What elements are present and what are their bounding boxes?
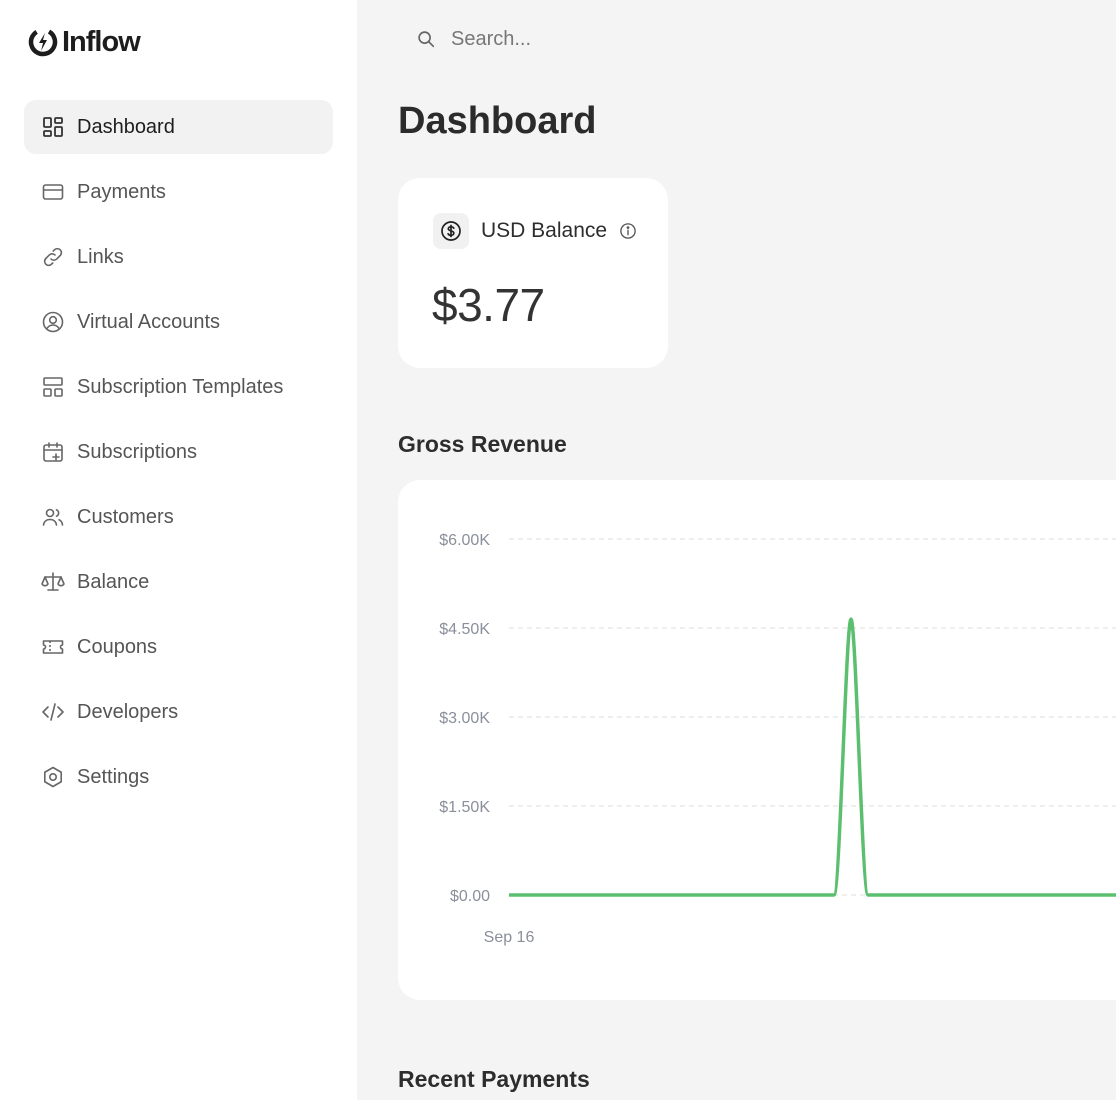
sidebar-nav: Dashboard Payments Links Virtual Account… <box>24 100 333 815</box>
sidebar-item-label: Developers <box>77 700 179 723</box>
credit-card-icon <box>42 184 64 200</box>
search-bar[interactable] <box>415 22 751 56</box>
x-tick-label: Sep 16 <box>484 929 535 946</box>
sidebar-item-dashboard[interactable]: Dashboard <box>24 100 333 154</box>
search-input[interactable] <box>451 27 751 51</box>
settings-icon <box>44 766 62 788</box>
y-tick-label: $0.00 <box>450 888 490 905</box>
dollar-coin-icon <box>433 213 469 249</box>
sidebar-item-subscriptions[interactable]: Subscriptions <box>24 425 333 479</box>
revenue-series-line <box>509 617 1116 897</box>
sidebar-item-label: Settings <box>77 765 150 788</box>
sidebar-item-subscription-templates[interactable]: Subscription Templates <box>24 360 333 414</box>
sidebar-item-customers[interactable]: Customers <box>24 490 333 544</box>
dashboard-icon <box>43 117 63 137</box>
y-tick-label: $3.00K <box>439 710 490 727</box>
gross-revenue-title: Gross Revenue <box>398 431 567 457</box>
sidebar-item-label: Subscription Templates <box>77 375 284 398</box>
sidebar-item-settings[interactable]: Settings <box>24 750 333 804</box>
sidebar-item-label: Dashboard <box>77 115 175 138</box>
sidebar-item-label: Balance <box>77 570 150 593</box>
balance-amount: $3.77 <box>432 279 545 331</box>
balance-label: USD Balance <box>481 219 608 242</box>
sidebar-item-payments[interactable]: Payments <box>24 165 333 219</box>
template-icon <box>43 377 63 397</box>
y-tick-label: $1.50K <box>439 799 490 816</box>
sidebar: Inflow Dashboard Payments Links Virtual … <box>0 0 357 1100</box>
gross-revenue-chart: $6.00K $4.50K $3.00K $1.50K $0.00 Sep 16 <box>398 480 1116 1000</box>
sidebar-item-label: Virtual Accounts <box>77 310 221 333</box>
recent-payments-title: Recent Payments <box>398 1066 590 1092</box>
y-tick-label: $6.00K <box>439 532 490 549</box>
sidebar-item-label: Links <box>77 245 124 268</box>
sidebar-item-developers[interactable]: Developers <box>24 685 333 739</box>
calendar-plus-icon <box>43 442 63 462</box>
sidebar-item-links[interactable]: Links <box>24 230 333 284</box>
revenue-line-chart: $6.00K $4.50K $3.00K $1.50K $0.00 Sep 16 <box>439 532 1116 946</box>
brand-name: Inflow <box>62 25 141 58</box>
sidebar-item-coupons[interactable]: Coupons <box>24 620 333 674</box>
usd-balance-card: USD Balance $3.77 <box>398 178 668 368</box>
inflow-logo-icon <box>28 27 58 57</box>
user-circle-icon <box>42 311 64 333</box>
sidebar-item-label: Customers <box>77 505 174 528</box>
scale-icon <box>41 572 65 591</box>
ticket-icon <box>42 640 64 654</box>
sidebar-item-virtual-accounts[interactable]: Virtual Accounts <box>24 295 333 349</box>
main-content: Dashboard USD Balance $3.77 Gross Revenu… <box>357 0 1116 1100</box>
page-title: Dashboard <box>398 100 597 142</box>
code-icon <box>42 703 64 721</box>
y-tick-label: $4.50K <box>439 621 490 638</box>
sidebar-item-balance[interactable]: Balance <box>24 555 333 609</box>
balance-header: USD Balance <box>433 213 637 249</box>
search-icon <box>418 31 435 48</box>
info-icon[interactable] <box>619 222 637 240</box>
sidebar-item-label: Payments <box>77 180 166 203</box>
sidebar-item-label: Subscriptions <box>77 440 198 463</box>
link-icon <box>43 247 63 267</box>
brand-logo[interactable]: Inflow <box>28 24 141 60</box>
sidebar-item-label: Coupons <box>77 635 158 658</box>
users-icon <box>42 508 64 526</box>
